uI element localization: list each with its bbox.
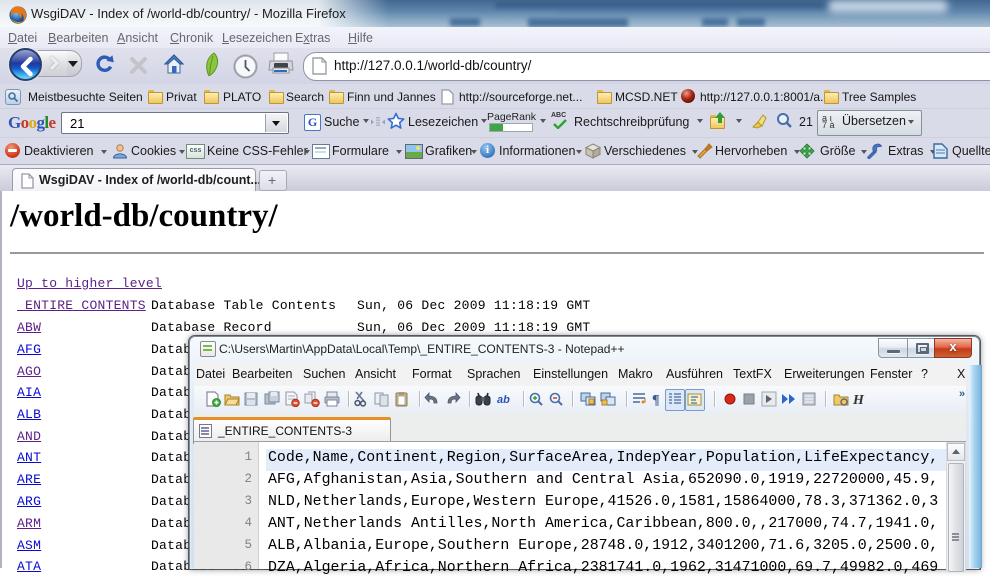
- svg-text:¶: ¶: [652, 393, 660, 407]
- svg-text:H: H: [852, 393, 865, 407]
- svg-text:ab: ab: [497, 394, 510, 406]
